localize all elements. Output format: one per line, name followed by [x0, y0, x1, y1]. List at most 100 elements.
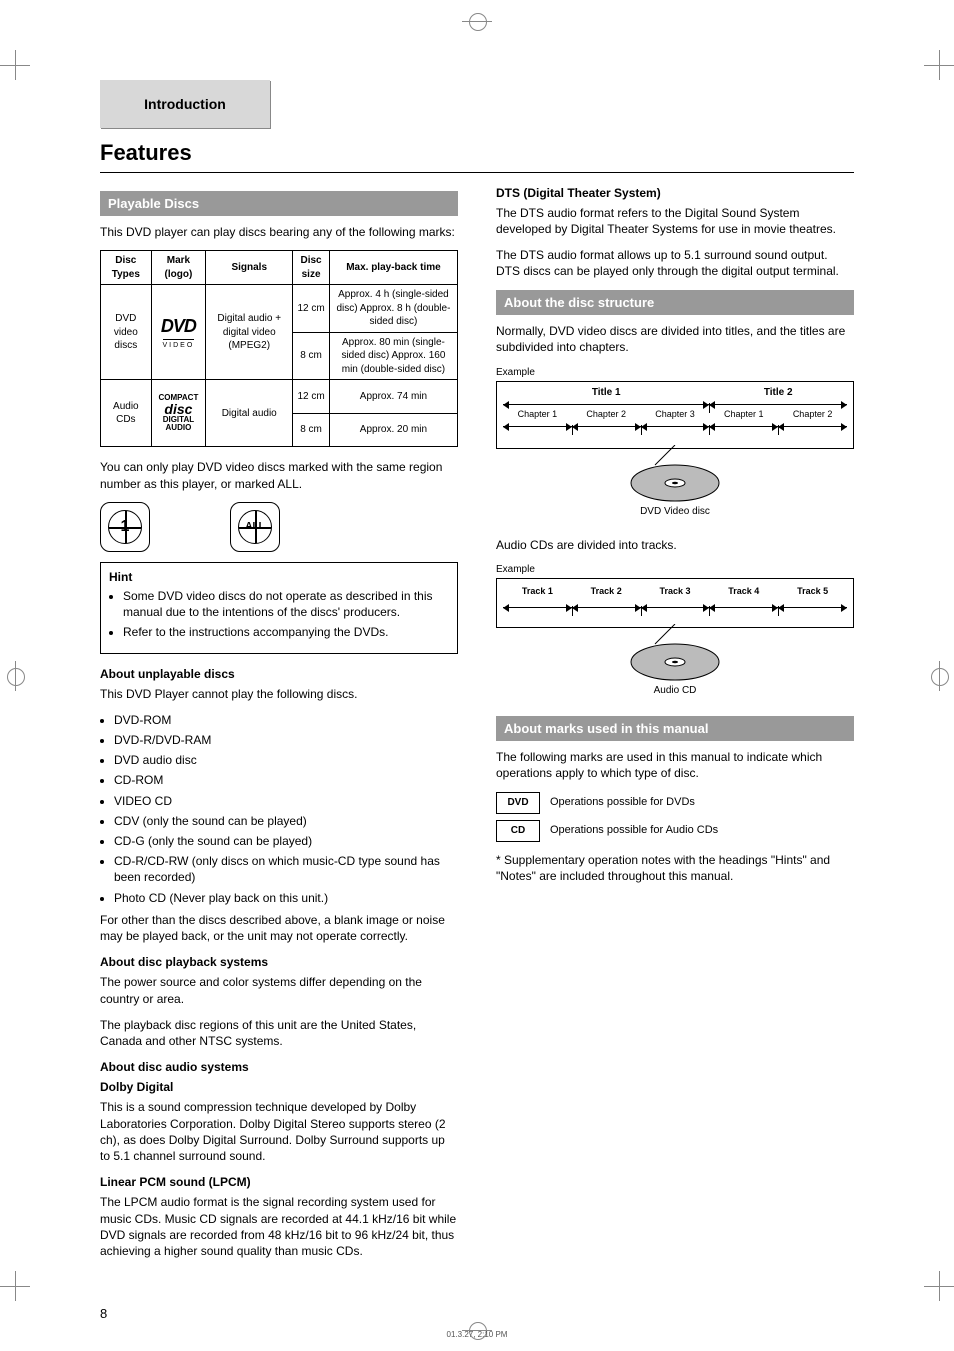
region-number: 1 — [121, 516, 130, 538]
dts-text1: The DTS audio format refers to the Digit… — [496, 205, 854, 237]
cell-cd-type: Audio CDs — [101, 380, 152, 447]
dvd-mark-icon: DVD — [496, 792, 540, 814]
cropmark — [0, 1271, 30, 1301]
cell-cd-8cm: 8 cm — [293, 413, 330, 447]
cell-dvd-12cm: 12 cm — [293, 285, 330, 333]
list-item: CDV (only the sound can be played) — [114, 813, 458, 829]
disc-icon — [615, 624, 735, 684]
dts-text2: The DTS audio format allows up to 5.1 su… — [496, 247, 854, 279]
left-column: Playable Discs This DVD player can play … — [100, 185, 458, 1269]
unplayable-list: DVD-ROM DVD-R/DVD-RAM DVD audio disc CD-… — [100, 712, 458, 906]
arrow-span-icon — [503, 607, 572, 613]
disc-icon — [615, 445, 735, 505]
table-row: Audio CDs COMPACT disc DIGITAL AUDIO Dig… — [101, 380, 458, 414]
diagram-caption: Example — [496, 563, 854, 577]
cell-cd-8cm-play: Approx. 20 min — [329, 413, 457, 447]
cd-mark-row: CD Operations possible for Audio CDs — [496, 820, 854, 842]
cell-dvd-type: DVD video discs — [101, 285, 152, 380]
chapter-segment: Chapter 2 — [778, 408, 847, 420]
cd-logo-icon: COMPACT disc DIGITAL AUDIO — [156, 394, 202, 432]
list-item: CD-G (only the sound can be played) — [114, 833, 458, 849]
th-disc-size: Disc size — [293, 251, 330, 285]
dvd-structure-diagram: Example Title 1 Title 2 Chapter 1 — [496, 366, 854, 519]
list-item: Photo CD (Never play back on this unit.) — [114, 890, 458, 906]
heading-audio-systems: About disc audio systems — [100, 1059, 458, 1075]
region-1-icon: 1 — [100, 502, 150, 552]
region-icons-row: 1 ALL — [100, 502, 458, 552]
cropmark — [0, 50, 30, 80]
list-item: CD-ROM — [114, 772, 458, 788]
chapter-segment: Chapter 1 — [709, 408, 778, 420]
diagram-box: Track 1 Track 2 Track 3 Track 4 Track 5 — [496, 578, 854, 628]
table-row: DVD video discs DVD VIDEO Digital audio … — [101, 285, 458, 333]
disc-table: Disc Types Mark (logo) Signals Disc size… — [100, 250, 458, 447]
registration-mark — [462, 6, 492, 36]
arrow-span-icon — [641, 607, 710, 613]
arrow-span-icon — [572, 607, 641, 613]
registration-mark — [924, 661, 954, 691]
list-item: VIDEO CD — [114, 793, 458, 809]
heading-unplayable: About unplayable discs — [100, 666, 458, 682]
track-segment: Track 2 — [572, 585, 641, 597]
region-all-icon: ALL — [230, 502, 280, 552]
cell-dvd-signals: Digital audio + digital video (MPEG2) — [206, 285, 293, 380]
chapter-segment: Chapter 3 — [641, 408, 710, 420]
dolby-text: This is a sound compression technique de… — [100, 1099, 458, 1164]
region-note: You can only play DVD video discs marked… — [100, 459, 458, 491]
list-item: DVD-R/DVD-RAM — [114, 732, 458, 748]
arrow-span-icon — [709, 426, 778, 432]
arrow-span-icon — [709, 607, 778, 613]
disc-label: DVD Video disc — [496, 505, 854, 519]
playback-text1: The power source and color systems diffe… — [100, 974, 458, 1006]
cropmark — [924, 1271, 954, 1301]
two-column-layout: Playable Discs This DVD player can play … — [100, 185, 854, 1269]
cell-dvd-8cm: 8 cm — [293, 332, 330, 380]
track-segment: Track 1 — [503, 585, 572, 597]
subhead-playable-discs: Playable Discs — [100, 191, 458, 217]
footer-timestamp: 01.3.27, 2:10 PM — [0, 1330, 954, 1341]
list-item: Refer to the instructions accompanying t… — [123, 624, 449, 640]
track-segment: Track 3 — [641, 585, 710, 597]
list-item: Some DVD video discs do not operate as d… — [123, 588, 449, 620]
cell-cd-signals: Digital audio — [206, 380, 293, 447]
dolby-label: Dolby Digital — [100, 1079, 458, 1095]
playable-intro: This DVD player can play discs bearing a… — [100, 224, 458, 240]
cropmark — [924, 50, 954, 80]
arrow-span-icon — [778, 426, 847, 432]
arrow-span-icon — [572, 426, 641, 432]
list-item: CD-R/CD-RW (only discs on which music-CD… — [114, 853, 458, 885]
th-mark: Mark (logo) — [151, 251, 206, 285]
cell-dvd-8cm-play: Approx. 80 min (single-sided disc) Appro… — [329, 332, 457, 380]
th-disc-types: Disc Types — [101, 251, 152, 285]
cd-structure-diagram: Example Track 1 Track 2 Track 3 Track 4 … — [496, 563, 854, 698]
supplementary-note: * Supplementary operation notes with the… — [496, 852, 854, 884]
dts-label: DTS (Digital Theater System) — [496, 185, 854, 201]
list-item: DVD-ROM — [114, 712, 458, 728]
dvd-mark-row: DVD Operations possible for DVDs — [496, 792, 854, 814]
table-header-row: Disc Types Mark (logo) Signals Disc size… — [101, 251, 458, 285]
cd-structure-intro: Audio CDs are divided into tracks. — [496, 537, 854, 553]
page-number: 8 — [100, 1305, 107, 1323]
subhead-marks: About marks used in this manual — [496, 716, 854, 742]
dvd-mark-text: Operations possible for DVDs — [550, 795, 695, 810]
chapter-segment: Chapter 2 — [572, 408, 641, 420]
cell-dvd-logo: DVD VIDEO — [151, 285, 206, 380]
hint-title: Hint — [109, 569, 449, 585]
cd-mark-text: Operations possible for Audio CDs — [550, 823, 718, 838]
heading-playback-systems: About disc playback systems — [100, 954, 458, 970]
playback-text2: The playback disc regions of this unit a… — [100, 1017, 458, 1049]
registration-mark — [0, 661, 30, 691]
arrow-span-icon — [778, 607, 847, 613]
unplayable-note: For other than the discs described above… — [100, 912, 458, 944]
marks-intro: The following marks are used in this man… — [496, 749, 854, 781]
track-segment: Track 5 — [778, 585, 847, 597]
cell-dvd-12cm-play: Approx. 4 h (single-sided disc) Approx. … — [329, 285, 457, 333]
disc-label: Audio CD — [496, 684, 854, 698]
chapter-segment: Chapter 1 — [503, 408, 572, 420]
dvd-structure-intro: Normally, DVD video discs are divided in… — [496, 323, 854, 355]
cell-cd-12cm-play: Approx. 74 min — [329, 380, 457, 414]
right-column: DTS (Digital Theater System) The DTS aud… — [496, 185, 854, 1269]
cd-mark-icon: CD — [496, 820, 540, 842]
region-all-text: ALL — [245, 520, 264, 534]
lpcm-text: The LPCM audio format is the signal reco… — [100, 1194, 458, 1259]
